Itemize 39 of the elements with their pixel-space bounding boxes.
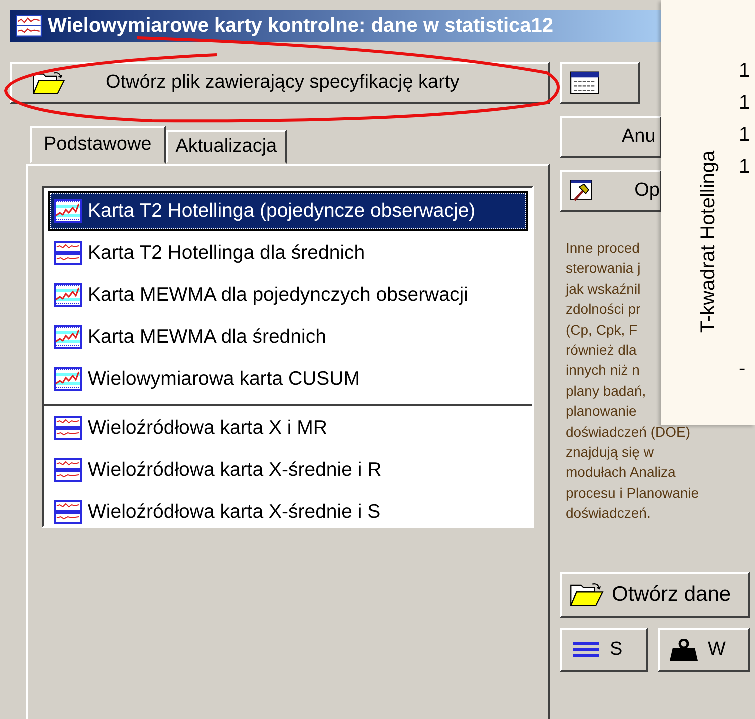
double-chart-icon bbox=[54, 241, 82, 265]
double-chart-icon bbox=[54, 416, 82, 440]
tick-label: 1 bbox=[739, 92, 750, 115]
spreadsheet-button[interactable] bbox=[560, 62, 640, 104]
double-chart-icon bbox=[54, 500, 82, 524]
folder-icon bbox=[32, 71, 66, 95]
weight-icon bbox=[668, 638, 700, 661]
tick-label: - bbox=[739, 358, 747, 381]
spreadsheet-icon bbox=[570, 71, 600, 95]
list-item[interactable]: Wieloźródłowa karta X-średnie i S bbox=[48, 492, 528, 532]
hammer-icon bbox=[570, 178, 593, 204]
window-title: Wielowymiarowe karty kontrolne: dane w statistica12 bbox=[48, 14, 554, 38]
cancel-button[interactable]: Anu bbox=[560, 116, 662, 158]
weight-button[interactable]: W bbox=[658, 628, 750, 672]
axis-title: T-kwadrat Hotellinga bbox=[698, 150, 720, 334]
double-chart-icon bbox=[54, 458, 82, 482]
open-data-button[interactable]: Otwórz dane bbox=[560, 572, 750, 618]
options-button[interactable]: Op bbox=[560, 170, 662, 212]
list-item[interactable]: Karta MEWMA dla średnich bbox=[48, 317, 528, 357]
tab[interactable]: Podstawowe bbox=[30, 126, 166, 164]
list-item[interactable]: Wieloźródłowa karta X-średnie i R bbox=[48, 450, 528, 490]
line-chart-icon bbox=[54, 199, 82, 223]
select-cases-button[interactable]: S bbox=[560, 628, 648, 672]
list-item[interactable]: Wieloźródłowa karta X i MR bbox=[48, 408, 528, 448]
list-item[interactable]: Karta MEWMA dla pojedynczych obserwacji bbox=[48, 275, 528, 315]
line-chart-icon bbox=[54, 367, 82, 391]
list-item[interactable]: Karta T2 Hotellinga dla średnich bbox=[48, 233, 528, 273]
line-chart-icon bbox=[54, 283, 82, 307]
tick-label: 1 bbox=[739, 60, 750, 83]
chart-icon bbox=[16, 15, 42, 37]
list-item[interactable]: Wielowymiarowa karta CUSUM bbox=[48, 359, 528, 399]
tab[interactable]: Aktualizacja bbox=[166, 130, 288, 164]
open-spec-button[interactable]: Otwórz plik zawierający specyfikację karty bbox=[10, 62, 550, 104]
info-text: planowanie doświadczeń (DOE) znajdują się w modułach Analiza procesu i Planowanie doświadczeń. bbox=[566, 402, 700, 524]
folder-icon bbox=[570, 582, 604, 608]
tick-label: 1 bbox=[739, 124, 750, 147]
line-chart-icon bbox=[54, 325, 82, 349]
tick-label: 1 bbox=[739, 156, 750, 179]
list-item[interactable]: Karta T2 Hotellinga (pojedyncze obserwacje) bbox=[48, 191, 528, 231]
